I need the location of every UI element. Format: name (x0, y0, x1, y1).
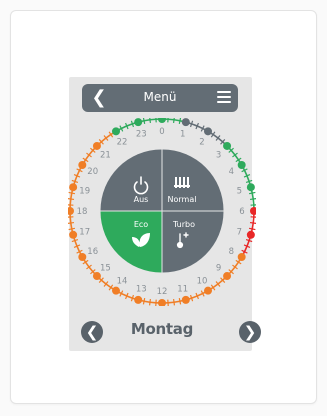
hour-dot[interactable] (181, 118, 190, 127)
hour-label: 10 (197, 276, 208, 286)
hour-label: 18 (77, 207, 88, 217)
quarter-tick (68, 227, 76, 231)
menu-title: Menü (143, 90, 177, 104)
hour-label: 0 (159, 127, 164, 137)
hour-dot[interactable] (78, 253, 87, 261)
hour-label: 1 (180, 130, 185, 140)
quarter-tick (68, 198, 75, 201)
hour-label: 12 (157, 287, 168, 297)
quarter-tick (68, 221, 75, 224)
quarter-tick (248, 227, 256, 231)
chevron-right-icon: ❯ (243, 323, 257, 341)
hour-label: 21 (100, 150, 111, 160)
next-day-button[interactable]: ❯ (239, 321, 261, 343)
hour-dot[interactable] (237, 253, 246, 261)
quarter-tick (249, 198, 256, 201)
hour-label: 13 (136, 284, 147, 294)
schedule-dial: 0 1234567891011121314151617181920212223 A… (68, 118, 256, 306)
hour-dot[interactable] (134, 118, 143, 127)
quarter-tick (68, 191, 76, 195)
menu-bar: ❮ Menü (82, 84, 238, 112)
hour-dot[interactable] (78, 161, 87, 169)
quarter-tick (172, 118, 175, 124)
hour-dot[interactable] (246, 183, 255, 192)
hour-label: 6 (239, 207, 244, 217)
hour-dot[interactable] (223, 141, 232, 150)
hour-label: 5 (237, 186, 242, 196)
hour-label: 16 (87, 247, 98, 257)
hour-dot[interactable] (69, 230, 78, 239)
quarter-tick (142, 118, 146, 125)
mode-turbo-button[interactable]: Turbo (162, 211, 224, 273)
mode-eco-label: Eco (134, 220, 148, 229)
mode-normal-label: Normal (168, 195, 197, 204)
hamburger-menu-button[interactable] (217, 91, 231, 105)
hour-label: 19 (79, 186, 90, 196)
hour-label: 8 (229, 247, 234, 257)
hour-label: 20 (87, 167, 98, 177)
quarter-tick (249, 221, 256, 224)
hour-dot[interactable] (112, 127, 120, 136)
quarter-tick (172, 298, 176, 306)
hour-dot[interactable] (246, 230, 255, 239)
quarter-tick (178, 297, 182, 305)
hour-dot[interactable] (158, 118, 166, 123)
quarter-tick (149, 118, 152, 124)
hour-label: 3 (216, 150, 221, 160)
hour-dot[interactable] (112, 286, 120, 295)
hour-label: 4 (229, 167, 234, 177)
hour-label: 9 (216, 264, 221, 274)
hour-dot[interactable] (204, 286, 212, 295)
hour-label: 7 (237, 228, 242, 238)
hour-dot[interactable] (92, 141, 101, 150)
mode-normal-button[interactable]: Normal (162, 149, 224, 211)
quarter-tick (148, 298, 152, 306)
quarter-tick (178, 118, 182, 125)
hour-dot[interactable] (181, 295, 190, 304)
hour-ring[interactable] (68, 118, 256, 306)
quarter-tick (248, 191, 256, 195)
day-label: Montag (130, 320, 194, 338)
hour-label: 2 (199, 138, 204, 148)
hour-dot[interactable] (223, 272, 232, 281)
hour-dot[interactable] (68, 207, 74, 215)
hour-label: 11 (177, 284, 188, 294)
quarter-tick (142, 297, 146, 305)
hour-dot[interactable] (158, 299, 166, 306)
hour-label: 23 (136, 130, 147, 140)
hour-label: 14 (117, 276, 128, 286)
hour-label: 22 (117, 138, 128, 148)
hour-label: 17 (79, 228, 90, 238)
hour-dot[interactable] (204, 127, 212, 136)
hour-dot[interactable] (69, 183, 78, 192)
hour-dot[interactable] (237, 161, 246, 169)
hour-dot[interactable] (134, 295, 143, 304)
hour-label: 15 (100, 264, 111, 274)
chevron-left-icon: ❮ (85, 323, 99, 341)
mode-turbo-label: Turbo (172, 220, 195, 229)
previous-day-button[interactable]: ❮ (81, 321, 103, 343)
hamburger-icon (217, 91, 231, 93)
mode-aus-label: Aus (134, 195, 149, 204)
hour-dot[interactable] (250, 207, 256, 215)
